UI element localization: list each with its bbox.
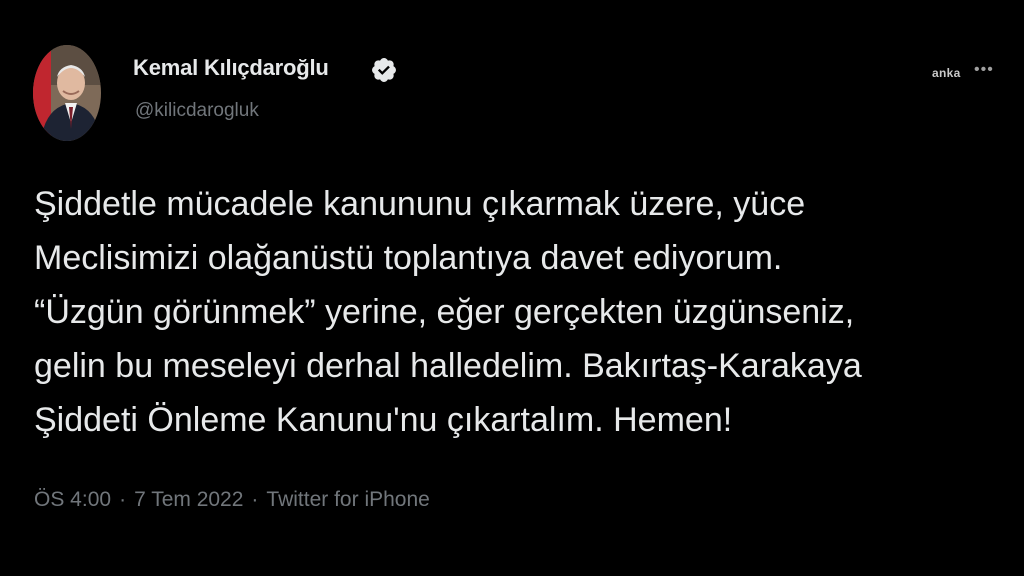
- tweet-text-line: gelin bu meseleyi derhal halledelim. Bak…: [34, 347, 862, 385]
- meta-separator: ·: [251, 488, 259, 511]
- tweet-date[interactable]: 7 Tem 2022: [134, 488, 243, 511]
- verified-badge-icon: [370, 56, 398, 84]
- more-horizontal-icon[interactable]: •••: [974, 62, 994, 78]
- tweet-text: Şiddetle mücadele kanununu çıkarmak üzer…: [34, 177, 1004, 447]
- tweet-meta: ÖS 4:00 · 7 Tem 2022 · Twitter for iPhone: [34, 488, 430, 512]
- avatar[interactable]: [33, 45, 101, 141]
- meta-separator: ·: [119, 488, 127, 511]
- tweet-text-line: Şiddetle mücadele kanununu çıkarmak üzer…: [34, 185, 806, 223]
- tweet-source[interactable]: Twitter for iPhone: [266, 488, 429, 511]
- tweet-time[interactable]: ÖS 4:00: [34, 488, 111, 511]
- author-name[interactable]: Kemal Kılıçdaroğlu: [133, 55, 329, 81]
- profile-photo: [33, 45, 101, 141]
- author-handle[interactable]: @kilicdarogluk: [135, 100, 259, 122]
- tweet-text-line: “Üzgün görünmek” yerine, eğer gerçekten …: [34, 293, 855, 331]
- tweet-text-line: Şiddeti Önleme Kanunu'nu çıkartalım. Hem…: [34, 401, 733, 439]
- watermark-logo: anka: [932, 66, 961, 80]
- tweet-text-line: Meclisimizi olağanüstü toplantıya davet …: [34, 239, 783, 277]
- tweet-screenshot: Kemal Kılıçdaroğlu @kilicdarogluk anka •…: [0, 0, 1024, 576]
